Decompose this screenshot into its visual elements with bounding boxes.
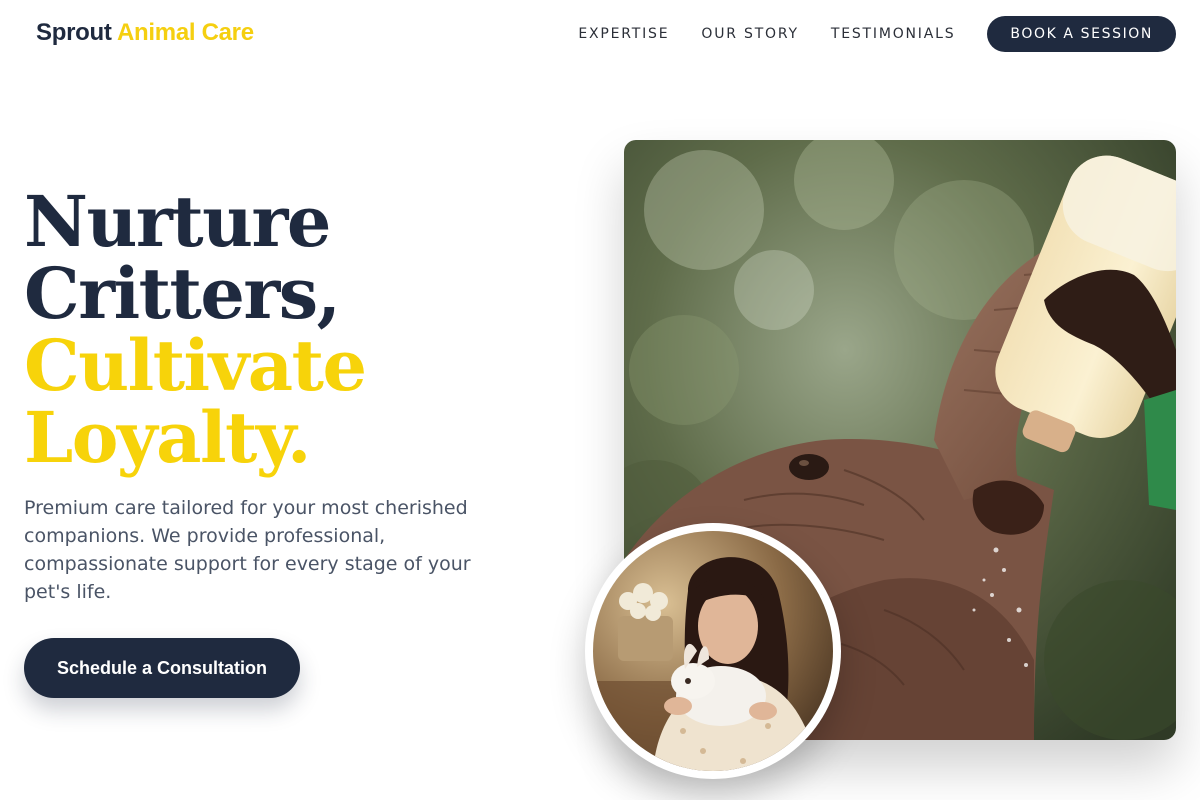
- headline-line-2: Critters,: [24, 252, 341, 335]
- hero-description: Premium care tailored for your most cher…: [24, 497, 471, 603]
- nav-link-expertise[interactable]: EXPERTISE: [578, 26, 669, 42]
- brand-name-primary: Sprout: [36, 19, 112, 46]
- brand-name-accent: Animal Care: [117, 19, 254, 46]
- nav-link-our-story[interactable]: OUR STORY: [701, 26, 799, 42]
- inset-photo: [593, 531, 833, 771]
- headline-line-4: Loyalty.: [24, 396, 311, 479]
- main-nav: EXPERTISE OUR STORY TESTIMONIALS BOOK A …: [578, 0, 1176, 68]
- woman-rabbit-image: [593, 531, 833, 771]
- brand-logo[interactable]: Sprout Animal Care: [36, 19, 254, 47]
- nav-link-testimonials[interactable]: TESTIMONIALS: [831, 26, 956, 42]
- hero-headline: Nurture Critters, Cultivate Loyalty.: [24, 180, 367, 479]
- book-session-button[interactable]: BOOK A SESSION: [987, 16, 1176, 52]
- headline-line-1: Nurture: [24, 180, 331, 263]
- headline-line-3: Cultivate: [24, 324, 367, 407]
- schedule-consultation-button[interactable]: Schedule a Consultation: [24, 638, 300, 698]
- landing-page: Sprout Animal Care EXPERTISE OUR STORY T…: [0, 0, 1200, 800]
- inset-photo-frame: [585, 523, 841, 779]
